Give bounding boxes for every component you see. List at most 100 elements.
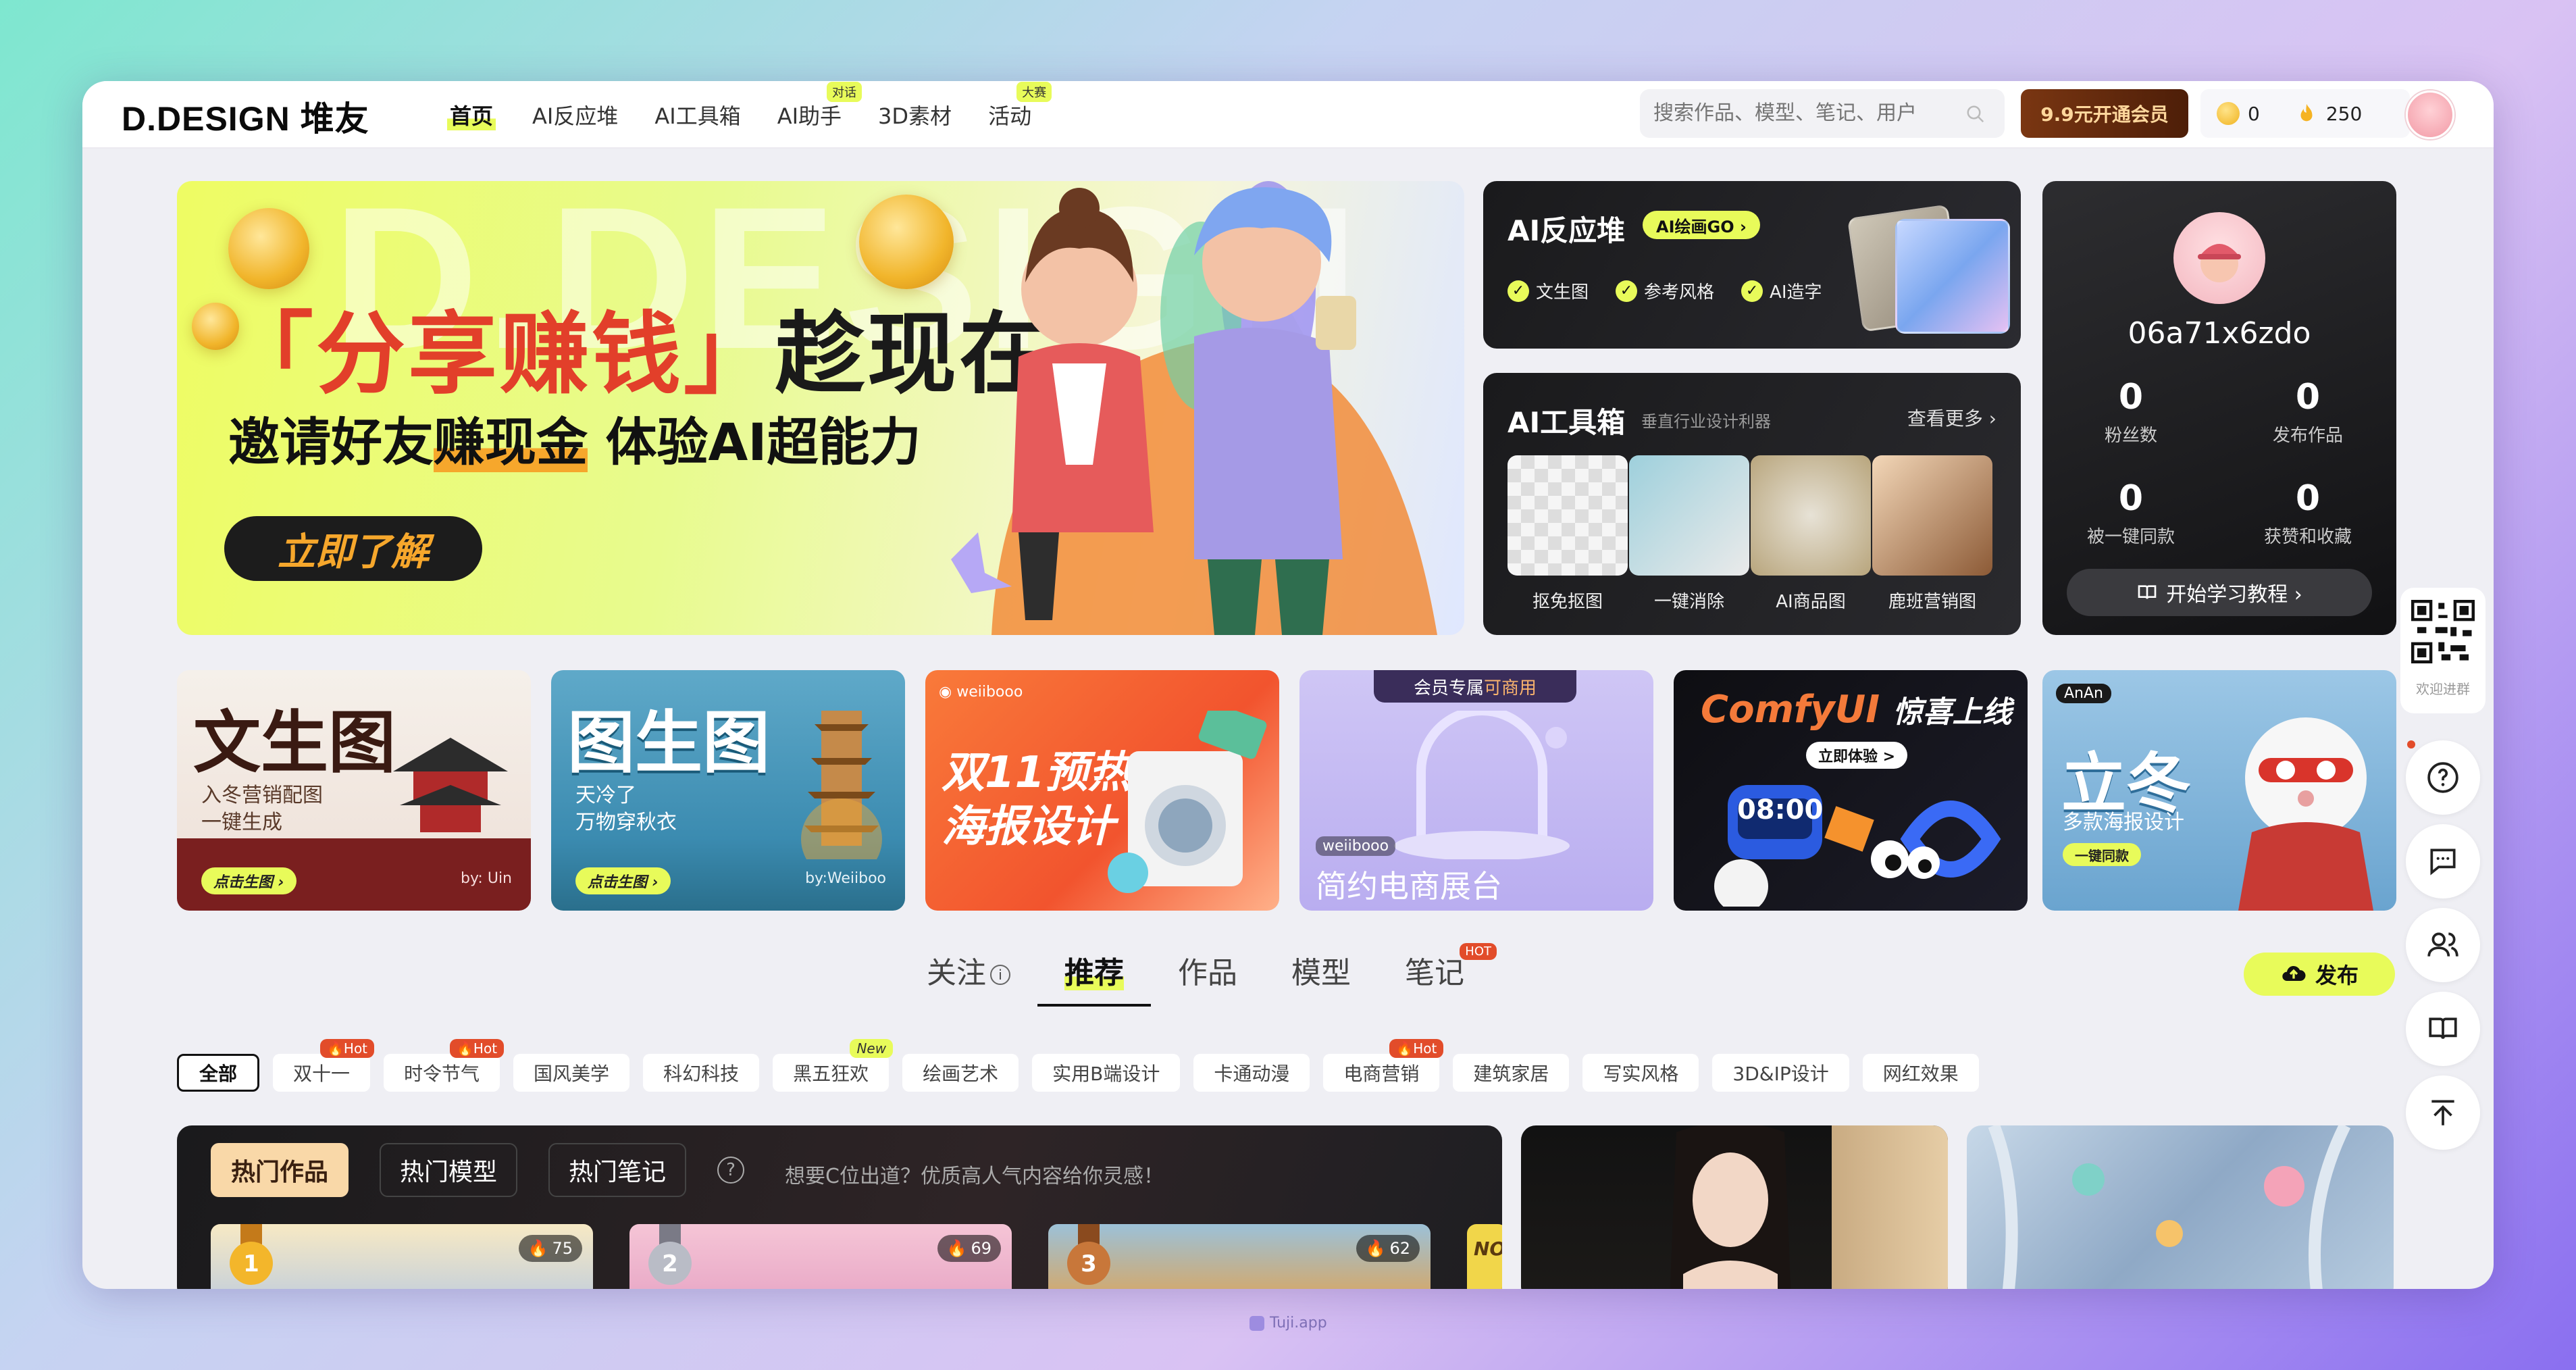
tab-recommended[interactable]: 推荐	[1037, 948, 1151, 1007]
feed-card-fantasy[interactable]	[1967, 1125, 2394, 1289]
tool-label: 鹿班营销图	[1888, 592, 1976, 612]
qr-code-card[interactable]: 欢迎进群	[2400, 588, 2485, 713]
stat-works[interactable]: 0 发布作品	[2219, 377, 2396, 447]
start-tutorial-button[interactable]: 开始学习教程 ›	[2067, 569, 2372, 616]
stat-followers[interactable]: 0 粉丝数	[2042, 377, 2219, 447]
chip-b2b-design[interactable]: 实用B端设计	[1032, 1054, 1181, 1092]
chip-black-friday[interactable]: 黑五狂欢 New	[773, 1039, 894, 1092]
hot-tab-works[interactable]: 热门作品	[211, 1143, 349, 1197]
hot-card[interactable]: 3 🔥 62	[1048, 1224, 1431, 1289]
promo-text-to-image[interactable]: 文生图 入冬营销配图 一键生成 点击生图 › by: Uin	[177, 670, 531, 911]
chip-cartoon[interactable]: 卡通动漫	[1193, 1054, 1310, 1092]
chip-hot-badge: 🔥Hot	[1389, 1039, 1444, 1058]
heat-count: 🔥 62	[1356, 1235, 1420, 1262]
chip-guofeng[interactable]: 国风美学	[513, 1054, 630, 1092]
stat-likes[interactable]: 0 获赞和收藏	[2219, 478, 2396, 548]
help-button[interactable]	[2406, 740, 2480, 815]
chip-painting[interactable]: 绘画艺术	[902, 1054, 1019, 1092]
promo-user: ◉ weiibooo	[939, 684, 1023, 701]
promo-try-button[interactable]: 立即体验 >	[1806, 742, 1908, 769]
promo-ecommerce-stage[interactable]: 会员专属 可商用 weiibooo 简约电商展台	[1299, 670, 1653, 911]
community-button[interactable]	[2406, 908, 2480, 982]
tool-product-image-thumb[interactable]	[1751, 455, 1871, 576]
nav-label: AI反应堆	[532, 103, 619, 129]
search-icon[interactable]	[1965, 104, 1986, 124]
chip-3d-ip[interactable]: 3D&IP设计	[1712, 1054, 1849, 1092]
promo-copy-button[interactable]: 一键同款	[2063, 843, 2141, 866]
nav-3d-assets[interactable]: 3D素材	[878, 99, 952, 130]
tab-models[interactable]: 模型	[1291, 948, 1351, 1007]
wallet-bar[interactable]: 0 250	[2200, 89, 2410, 138]
vip-button[interactable]: 9.9元开通会员	[2021, 89, 2188, 138]
feature-item[interactable]: ✓ 参考风格	[1616, 278, 1714, 303]
feature-label: 参考风格	[1644, 282, 1715, 303]
promo-image-to-image[interactable]: 图生图 天冷了 万物穿秋衣 点击生图 › by:Weiiboo	[551, 670, 905, 911]
site-logo[interactable]: D.DESIGN 堆友	[122, 92, 369, 141]
tab-notes[interactable]: 笔记 HOT	[1405, 943, 1497, 1007]
chip-all[interactable]: 全部	[177, 1054, 260, 1092]
hot-card[interactable]: 1 🔥 75	[211, 1224, 593, 1289]
chip-seasonal[interactable]: 时令节气 🔥Hot	[384, 1039, 505, 1092]
promo-winter-poster[interactable]: AnAn 立冬 多款海报设计 一键同款	[2042, 670, 2396, 911]
feed-card-portrait[interactable]	[1521, 1125, 1948, 1289]
feedback-button[interactable]	[2406, 824, 2480, 898]
promo-generate-button[interactable]: 点击生图 ›	[201, 867, 297, 894]
avatar-illustration-icon	[2198, 244, 2241, 282]
chip-scifi[interactable]: 科幻科技	[643, 1054, 760, 1092]
nav-events[interactable]: 活动 大赛	[988, 82, 1052, 130]
promo-line: 多款海报设计	[2063, 811, 2184, 834]
tab-works[interactable]: 作品	[1178, 948, 1237, 1007]
search-input[interactable]	[1640, 89, 2005, 138]
silver-medal-icon: 2	[648, 1224, 692, 1285]
ai-draw-go-button[interactable]: AI绘画GO ›	[1643, 211, 1760, 239]
hot-card[interactable]: 2 🔥 69	[629, 1224, 1012, 1289]
feature-item[interactable]: ✓ 文生图	[1508, 278, 1589, 303]
user-avatar[interactable]	[2406, 91, 2454, 139]
feature-item[interactable]: ✓ AI造字	[1741, 278, 1822, 303]
tool-erase-thumb[interactable]	[1629, 455, 1749, 576]
promo-double11-poster[interactable]: ◉ weiibooo 双11预热 海报设计	[925, 670, 1279, 911]
nav-label: 活动	[988, 103, 1032, 129]
view-more-link[interactable]: 查看更多 ›	[1907, 404, 1997, 431]
ribbon-highlight: 可商用	[1484, 678, 1537, 699]
chip-architecture[interactable]: 建筑家居	[1453, 1054, 1570, 1092]
coin-count: 0	[2248, 102, 2260, 125]
promo-author: by:Weiiboo	[805, 870, 886, 887]
stat-copied[interactable]: 0 被一键同款	[2042, 478, 2219, 548]
profile-avatar[interactable]	[2173, 212, 2265, 304]
promo-comfyui[interactable]: ComfyUI 惊喜上线 立即体验 > 08:00	[1674, 670, 2028, 911]
nav-home[interactable]: 首页	[447, 99, 496, 130]
hot-tab-models[interactable]: 热门模型	[380, 1143, 518, 1197]
stat-label: 粉丝数	[2104, 426, 2157, 446]
stat-number: 0	[2118, 377, 2144, 417]
nav-ai-assistant[interactable]: AI助手 对话	[777, 82, 862, 130]
nav-ai-reactor[interactable]: AI反应堆	[532, 99, 618, 130]
tool-remove-bg-thumb[interactable]	[1508, 455, 1628, 576]
chip-realistic[interactable]: 写实风格	[1582, 1054, 1699, 1092]
help-icon[interactable]: ?	[717, 1157, 744, 1184]
chip-label: 建筑家居	[1473, 1063, 1549, 1085]
hot-card-partial[interactable]: NO.4	[1467, 1224, 1502, 1289]
chip-influencer[interactable]: 网红效果	[1862, 1054, 1979, 1092]
tab-following[interactable]: 关注 i	[927, 948, 1010, 1007]
ai-reactor-card[interactable]: AI反应堆 AI绘画GO › ✓ 文生图 ✓ 参考风格 ✓ AI造字	[1483, 181, 2021, 349]
check-icon: ✓	[1508, 280, 1529, 302]
promo-title: ComfyUI 惊喜上线	[1701, 688, 2012, 732]
hot-tab-notes[interactable]: 热门笔记	[548, 1143, 687, 1197]
tool-label: AI商品图	[1776, 592, 1846, 612]
hot-hint-text: 想要C位出道？优质高人气内容给你灵感！	[785, 1165, 1164, 1188]
promo-generate-button[interactable]: 点击生图 ›	[575, 867, 671, 894]
publish-button[interactable]: 发布	[2244, 953, 2395, 996]
tab-label: 推荐	[1064, 956, 1124, 990]
banner-cta-button[interactable]: 立即了解	[224, 516, 482, 581]
chip-label: 绘画艺术	[923, 1063, 999, 1085]
chip-ecommerce[interactable]: 电商营销 🔥Hot	[1323, 1039, 1444, 1092]
chip-double11[interactable]: 双十一 🔥Hot	[273, 1039, 375, 1092]
category-chips: 全部 双十一 🔥Hot 时令节气 🔥Hot 国风美学 科幻科技 黑五狂欢 New 绘画…	[177, 1039, 1979, 1092]
ai-toolbox-card[interactable]: AI工具箱 垂直行业设计利器 查看更多 › 抠免抠图 一键消除 AI商品图 鹿班…	[1483, 373, 2021, 635]
tutorial-button[interactable]	[2406, 992, 2480, 1066]
back-to-top-button[interactable]	[2406, 1075, 2480, 1150]
tool-marketing-thumb[interactable]	[1872, 455, 1992, 576]
nav-ai-toolbox[interactable]: AI工具箱	[654, 99, 740, 130]
hero-banner[interactable]: D.DESIGN 「分享赚钱」趁现在 邀请好友赚现金 体验AI超能力 立即了解	[177, 181, 1464, 635]
